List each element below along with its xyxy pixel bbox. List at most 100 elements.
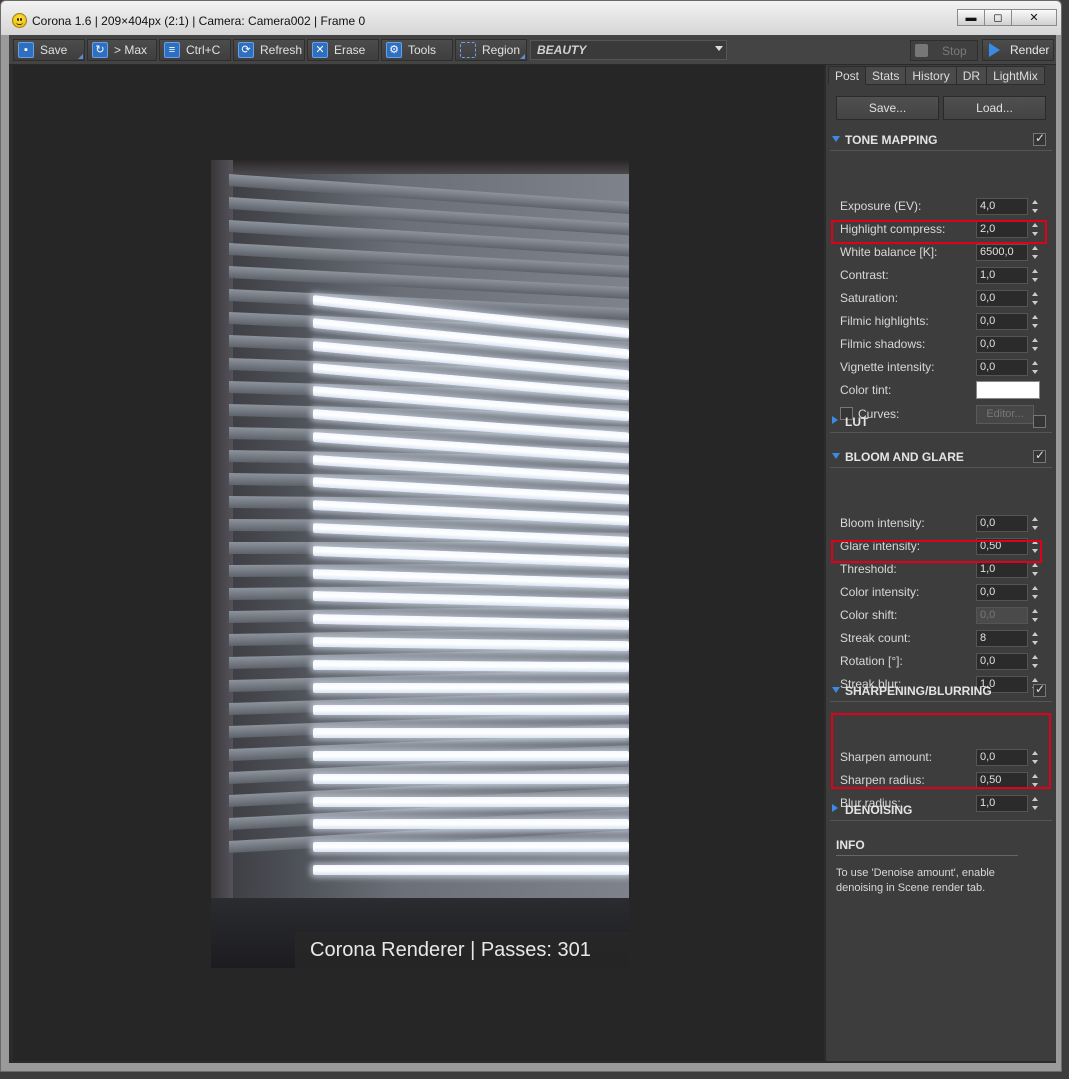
max-label: > Max	[114, 43, 148, 57]
erase-button[interactable]: ✕ Erase	[307, 39, 379, 61]
gear-icon: ⚙	[386, 42, 402, 58]
max-button[interactable]: ↻ > Max	[87, 39, 157, 61]
param-value-field[interactable]: 0,0	[976, 515, 1028, 532]
stop-icon	[915, 44, 928, 57]
post-save-button[interactable]: Save...	[836, 96, 939, 120]
title-bar: Corona 1.6 | 209×404px (2:1) | Camera: C…	[1, 1, 1061, 35]
tone-mapping-title: TONE MAPPING	[845, 133, 938, 147]
refresh-label: Refresh	[260, 43, 303, 57]
clipboard-icon: ≡	[164, 42, 180, 58]
light-streak	[313, 842, 629, 853]
corona-smiley-icon	[12, 13, 27, 28]
param-row: Color intensity: 0,0	[840, 582, 1040, 602]
spinner-icon[interactable]	[1030, 244, 1040, 261]
bloom-glare-title: BLOOM AND GLARE	[845, 450, 964, 464]
tab-lightmix[interactable]: LightMix	[986, 66, 1045, 85]
spinner-icon[interactable]	[1030, 198, 1040, 215]
render-button[interactable]: Render	[982, 39, 1054, 61]
denoising-header[interactable]: DENOISING	[830, 799, 1052, 821]
color-tint-label: Color tint:	[840, 383, 892, 397]
spinner-icon[interactable]	[1030, 515, 1040, 532]
param-row: Rotation [°]: 0,0	[840, 651, 1040, 671]
light-streak	[313, 659, 629, 673]
param-label: Threshold:	[840, 562, 897, 576]
param-row: Filmic highlights: 0,0	[840, 311, 1040, 331]
spinner-icon[interactable]	[1030, 359, 1040, 376]
tools-button[interactable]: ⚙ Tools	[381, 39, 453, 61]
sharpening-checkbox[interactable]	[1033, 682, 1046, 697]
highlight-box-highlight-compress	[831, 220, 1047, 244]
maximize-button[interactable]: ◻	[984, 9, 1012, 26]
param-value-field[interactable]: 4,0	[976, 198, 1028, 215]
info-divider	[836, 855, 1018, 856]
light-streak	[313, 796, 629, 807]
tools-label: Tools	[408, 43, 437, 57]
spinner-icon[interactable]	[1030, 336, 1040, 353]
param-label: Filmic shadows:	[840, 337, 926, 351]
tone-mapping-checkbox[interactable]	[1033, 131, 1046, 146]
param-value-field[interactable]: 0,0	[976, 336, 1028, 353]
tab-stats[interactable]: Stats	[865, 66, 907, 85]
tab-post[interactable]: Post	[828, 66, 867, 85]
stop-button[interactable]: Stop	[910, 40, 978, 61]
lut-header[interactable]: LUT	[830, 411, 1052, 433]
chevron-down-icon	[715, 46, 723, 51]
param-label: Filmic highlights:	[840, 314, 929, 328]
lut-checkbox[interactable]	[1033, 415, 1046, 428]
tone-mapping-header[interactable]: TONE MAPPING	[830, 129, 1052, 151]
app-window: Corona 1.6 | 209×404px (2:1) | Camera: C…	[0, 0, 1062, 1072]
spinner-icon[interactable]	[1030, 290, 1040, 307]
light-streak	[313, 865, 629, 875]
color-tint-row: Color tint:	[840, 380, 1040, 400]
minimize-button[interactable]: ▬	[957, 9, 985, 26]
param-value-field[interactable]: 1,0	[976, 267, 1028, 284]
light-streak	[313, 682, 629, 693]
sharpening-header[interactable]: SHARPENING/BLURRING	[830, 680, 1052, 702]
spinner-icon[interactable]	[1030, 561, 1040, 578]
spinner-icon[interactable]	[1030, 267, 1040, 284]
collapse-triangle-icon	[832, 136, 840, 142]
render-label: Render	[1010, 43, 1050, 57]
light-streak	[313, 819, 629, 830]
tab-history[interactable]: History	[905, 66, 957, 85]
save-button[interactable]: ▪ Save	[13, 39, 85, 61]
erase-x-icon: ✕	[312, 42, 328, 58]
light-streak	[313, 773, 629, 784]
color-tint-swatch[interactable]	[976, 381, 1040, 399]
param-value-field[interactable]: 8	[976, 630, 1028, 647]
region-button[interactable]: Region	[455, 39, 527, 61]
param-value-field[interactable]: 0,0	[976, 359, 1028, 376]
sharpening-title: SHARPENING/BLURRING	[845, 684, 992, 698]
spinner-icon[interactable]	[1030, 653, 1040, 670]
param-label: Contrast:	[840, 268, 889, 282]
tab-dr[interactable]: DR	[955, 66, 988, 85]
bloom-glare-checkbox[interactable]	[1033, 448, 1046, 463]
spinner-icon[interactable]	[1030, 607, 1040, 624]
param-value-field[interactable]: 1,0	[976, 561, 1028, 578]
expand-triangle-icon	[832, 416, 838, 424]
erase-label: Erase	[334, 43, 366, 57]
frame-buffer: ▪ Save ↻ > Max ≡ Ctrl+C ⟳ Refresh ✕ Eras…	[9, 35, 1056, 1063]
spinner-icon[interactable]	[1030, 630, 1040, 647]
region-label: Region	[482, 43, 521, 57]
close-button[interactable]: ✕	[1011, 9, 1057, 26]
light-streak	[313, 728, 629, 739]
param-value-field[interactable]: 0,0	[976, 584, 1028, 601]
param-value-field[interactable]: 0,0	[976, 653, 1028, 670]
toolbar: ▪ Save ↻ > Max ≡ Ctrl+C ⟳ Refresh ✕ Eras…	[9, 35, 1056, 65]
param-label: Color intensity:	[840, 585, 920, 599]
copy-button[interactable]: ≡ Ctrl+C	[159, 39, 231, 61]
refresh-button[interactable]: ⟳ Refresh	[233, 39, 305, 61]
highlight-box-glare-intensity	[831, 540, 1042, 563]
param-row: Vignette intensity: 0,0	[840, 357, 1040, 377]
spinner-icon[interactable]	[1030, 313, 1040, 330]
param-value-field[interactable]: 6500,0	[976, 244, 1028, 261]
channel-select[interactable]: BEAUTY	[530, 40, 727, 60]
param-label: Vignette intensity:	[840, 360, 935, 374]
bloom-glare-header[interactable]: BLOOM AND GLARE	[830, 446, 1052, 468]
post-load-button[interactable]: Load...	[943, 96, 1046, 120]
render-viewport[interactable]: Corona Renderer | Passes: 301	[13, 65, 824, 1061]
param-value-field[interactable]: 0,0	[976, 313, 1028, 330]
spinner-icon[interactable]	[1030, 584, 1040, 601]
param-value-field[interactable]: 0,0	[976, 290, 1028, 307]
